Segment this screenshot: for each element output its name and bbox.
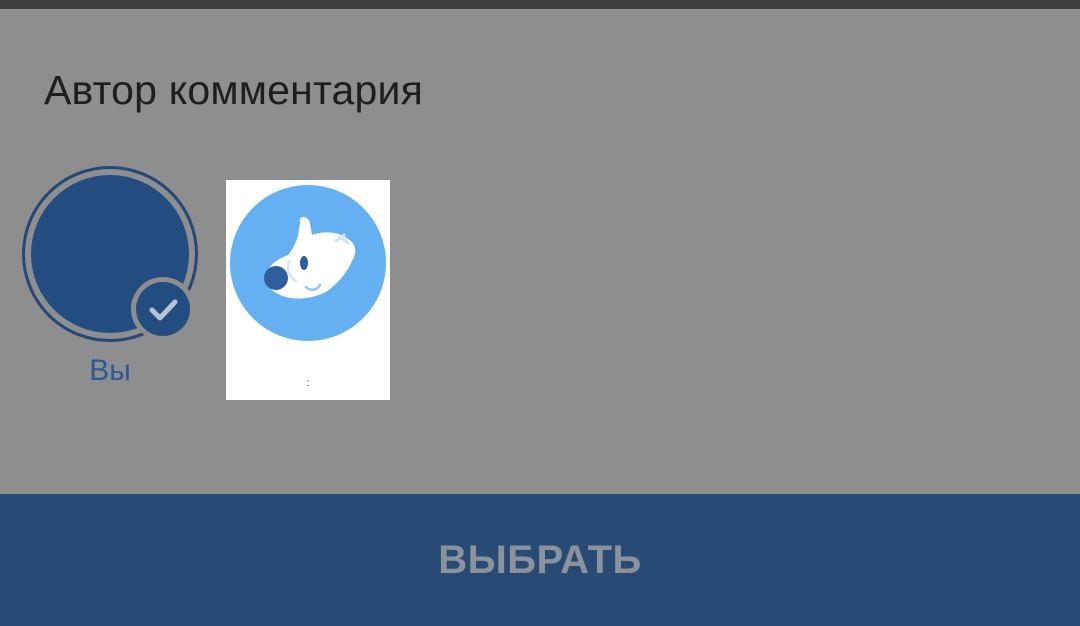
- dialog-title: Автор комментария: [44, 67, 423, 113]
- author-option-you[interactable]: Вы: [22, 166, 202, 396]
- checkmark-icon: [149, 299, 178, 321]
- dialog-footer: ВЫБРАТЬ: [0, 494, 1080, 626]
- selected-badge: [131, 277, 195, 341]
- dog-mascot-icon: [264, 217, 356, 299]
- group-avatar: [230, 185, 386, 341]
- status-bar: [0, 0, 1080, 9]
- author-option-group[interactable]: :: [226, 180, 390, 400]
- author-option-label: :: [306, 378, 310, 389]
- author-option-label: Вы: [89, 354, 131, 387]
- select-button[interactable]: ВЫБРАТЬ: [0, 494, 1080, 626]
